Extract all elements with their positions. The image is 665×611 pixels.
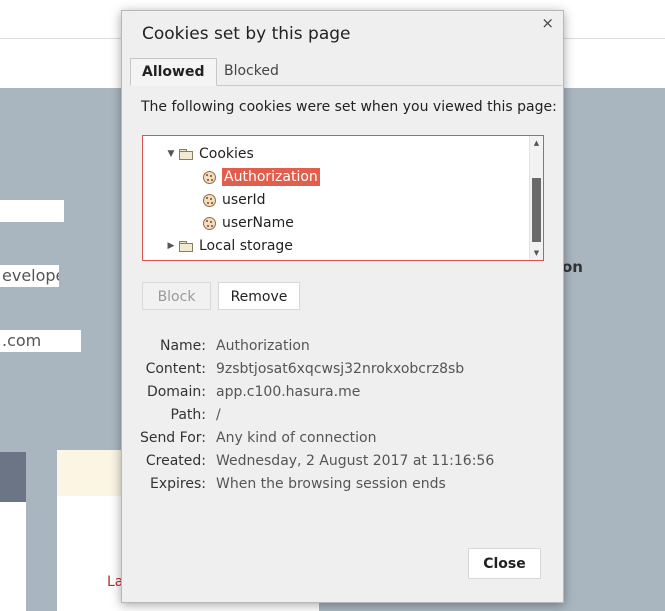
dialog-description: The following cookies were set when you … xyxy=(141,99,557,115)
tab-allowed[interactable]: Allowed xyxy=(130,58,217,86)
folder-icon xyxy=(179,241,193,252)
tab-blocked[interactable]: Blocked xyxy=(213,58,290,85)
background-card-dark xyxy=(0,452,26,611)
scroll-down-icon[interactable]: ▼ xyxy=(530,246,543,260)
tree-item-label: Local storage xyxy=(199,238,293,254)
detail-label: Path: xyxy=(170,407,206,423)
tree-item-label: Authorization xyxy=(222,168,320,186)
tree-item-label: userName xyxy=(222,215,294,231)
tree-item-local-storage-folder[interactable]: ▶ Local storage xyxy=(165,235,293,257)
tree-scrollbar[interactable]: ▲ ▼ xyxy=(529,136,543,260)
cookies-dialog: Cookies set by this page × Allowed Block… xyxy=(121,10,564,603)
close-icon[interactable]: × xyxy=(541,14,554,32)
background-input-3: .com xyxy=(0,330,81,352)
detail-value: app.c100.hasura.me xyxy=(216,384,361,400)
cookie-icon xyxy=(203,216,216,230)
cookie-icon xyxy=(203,170,216,184)
detail-label: Name: xyxy=(159,338,206,354)
detail-value: Any kind of connection xyxy=(216,430,377,446)
cookie-icon xyxy=(203,193,216,207)
tree-item-userid[interactable]: userId xyxy=(203,189,266,211)
chevron-down-icon[interactable]: ▼ xyxy=(165,143,177,165)
close-button[interactable]: Close xyxy=(468,548,541,579)
detail-value: When the browsing session ends xyxy=(216,476,446,492)
tree-item-label: userId xyxy=(222,192,266,208)
detail-label: Domain: xyxy=(146,384,206,400)
detail-value: Wednesday, 2 August 2017 at 11:16:56 xyxy=(216,453,495,469)
background-input-1 xyxy=(0,200,64,222)
detail-value: / xyxy=(216,407,221,423)
dialog-title: Cookies set by this page xyxy=(142,24,351,44)
detail-label: Content: xyxy=(145,361,206,377)
background-input-2: eveloper xyxy=(0,265,59,287)
tree-item-label: Cookies xyxy=(199,146,254,162)
scrollbar-thumb[interactable] xyxy=(532,178,541,242)
tab-bar: Allowed Blocked xyxy=(130,58,562,86)
detail-value: Authorization xyxy=(216,338,310,354)
folder-icon xyxy=(179,149,193,160)
scroll-up-icon[interactable]: ▲ xyxy=(530,136,543,150)
cookie-tree[interactable]: ▼ Cookies Authorization userId userName ▶… xyxy=(142,135,544,261)
chevron-right-icon[interactable]: ▶ xyxy=(165,235,177,257)
detail-label: Expires: xyxy=(150,476,206,492)
detail-label: Send For: xyxy=(139,430,206,446)
background-side-text: on xyxy=(562,258,583,276)
detail-label: Created: xyxy=(145,453,206,469)
remove-button[interactable]: Remove xyxy=(218,282,300,310)
tree-item-authorization[interactable]: Authorization xyxy=(203,166,320,188)
detail-value: 9zsbtjosat6xqcwsj32nrokxobcrz8sb xyxy=(216,361,465,377)
tree-item-cookies-folder[interactable]: ▼ Cookies xyxy=(165,143,254,165)
block-button[interactable]: Block xyxy=(142,282,211,310)
tree-item-username[interactable]: userName xyxy=(203,212,294,234)
